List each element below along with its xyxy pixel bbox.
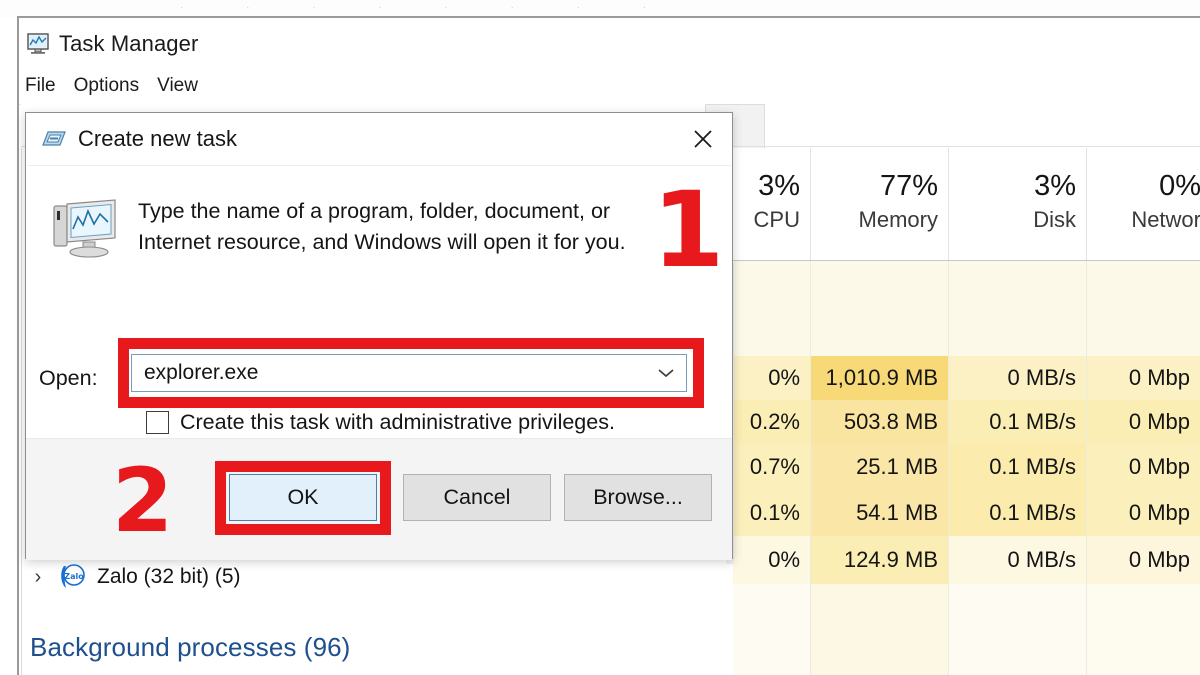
dialog-title: Create new task (78, 126, 237, 151)
table-cell-cpu (733, 261, 811, 356)
menu-file[interactable]: File (25, 75, 56, 97)
svg-text:Zalo: Zalo (64, 572, 84, 581)
open-field-label: Open: (39, 366, 98, 390)
table-cell-network (1087, 261, 1200, 356)
process-row-zalo[interactable]: › Zalo Zalo (32 bit) (5) (27, 556, 447, 598)
table-cell-cpu: 0.1% (733, 490, 811, 536)
table-cell-empty (1087, 584, 1200, 675)
new-task-icon (40, 128, 66, 150)
annotation-step-1: 1 (652, 169, 725, 291)
background-processes-heading[interactable]: Background processes (96) (30, 632, 350, 663)
dialog-body: Type the name of a program, folder, docu… (26, 166, 732, 438)
admin-privileges-label: Create this task with administrative pri… (180, 410, 615, 434)
menu-bar: File Options View (19, 68, 1200, 105)
cpu-total-percent: 3% (758, 169, 800, 202)
network-column-name: Networ (1131, 206, 1200, 232)
dialog-description: Type the name of a program, folder, docu… (138, 199, 626, 254)
table-cell-cpu: 0.7% (733, 444, 811, 490)
memory-column-name: Memory (858, 206, 938, 232)
admin-privileges-checkbox-row[interactable]: Create this task with administrative pri… (146, 410, 615, 435)
close-icon[interactable] (674, 113, 732, 165)
table-cell-cpu: 0% (733, 536, 811, 584)
task-manager-titlebar: Task Manager (19, 20, 1200, 68)
table-cell-disk: 0.1 MB/s (949, 444, 1087, 490)
table-cell-disk: 0.1 MB/s (949, 400, 1087, 444)
menu-view[interactable]: View (157, 75, 198, 97)
column-header-disk[interactable]: 3% Disk (949, 148, 1087, 260)
menu-options[interactable]: Options (74, 75, 139, 97)
table-cell-network: 0 Mbp (1087, 444, 1200, 490)
window-title: Task Manager (59, 31, 199, 56)
column-header-network[interactable]: 0% Networ (1087, 148, 1200, 260)
table-cell-disk: 0.1 MB/s (949, 490, 1087, 536)
process-list-left-border (21, 148, 22, 675)
zalo-icon: Zalo (57, 562, 87, 592)
decorative-dots: · · · · · · · · (180, 2, 677, 13)
process-name: Zalo (32 bit) (5) (97, 565, 241, 588)
table-cell-network: 0 Mbp (1087, 356, 1200, 400)
table-cell-memory: 54.1 MB (811, 490, 949, 536)
table-cell-memory: 1,010.9 MB (811, 356, 949, 400)
column-header-cpu[interactable]: 3% CPU (733, 148, 811, 260)
admin-privileges-checkbox[interactable] (146, 411, 169, 434)
open-input-value[interactable]: explorer.exe (132, 361, 646, 385)
table-cell-empty (811, 584, 949, 675)
table-cell-disk (949, 261, 1087, 356)
dialog-titlebar: Create new task (26, 113, 732, 165)
cancel-button[interactable]: Cancel (403, 474, 551, 521)
table-cell-memory: 503.8 MB (811, 400, 949, 444)
annotation-step-2: 2 (112, 449, 174, 552)
open-combobox[interactable]: explorer.exe (131, 354, 687, 392)
disk-total-percent: 3% (1034, 169, 1076, 202)
table-cell-memory (811, 261, 949, 356)
table-cell-empty (949, 584, 1087, 675)
table-cell-network: 0 Mbp (1087, 536, 1200, 584)
column-header-memory[interactable]: 77% Memory (811, 148, 949, 260)
table-cell-memory: 124.9 MB (811, 536, 949, 584)
computer-monitor-icon (53, 198, 121, 260)
network-total-percent: 0% (1159, 169, 1200, 202)
table-cell-disk: 0 MB/s (949, 536, 1087, 584)
table-cell-memory: 25.1 MB (811, 444, 949, 490)
table-cell-cpu: 0% (733, 356, 811, 400)
expander-chevron-right-icon[interactable]: › (27, 566, 49, 589)
browse-button[interactable]: Browse... (564, 474, 712, 521)
disk-column-name: Disk (1033, 206, 1076, 232)
table-cell-network: 0 Mbp (1087, 490, 1200, 536)
table-cell-disk: 0 MB/s (949, 356, 1087, 400)
memory-total-percent: 77% (879, 169, 938, 202)
cpu-column-name: CPU (753, 206, 800, 232)
table-cell-cpu: 0.2% (733, 400, 811, 444)
task-manager-icon (25, 32, 51, 56)
screenshot-root: · · · · · · · · Task Manager File Option… (0, 0, 1200, 675)
table-cell-network: 0 Mbp (1087, 400, 1200, 444)
chevron-down-icon[interactable] (646, 367, 686, 379)
ok-button[interactable]: OK (229, 474, 377, 521)
table-cell-empty (733, 584, 811, 675)
